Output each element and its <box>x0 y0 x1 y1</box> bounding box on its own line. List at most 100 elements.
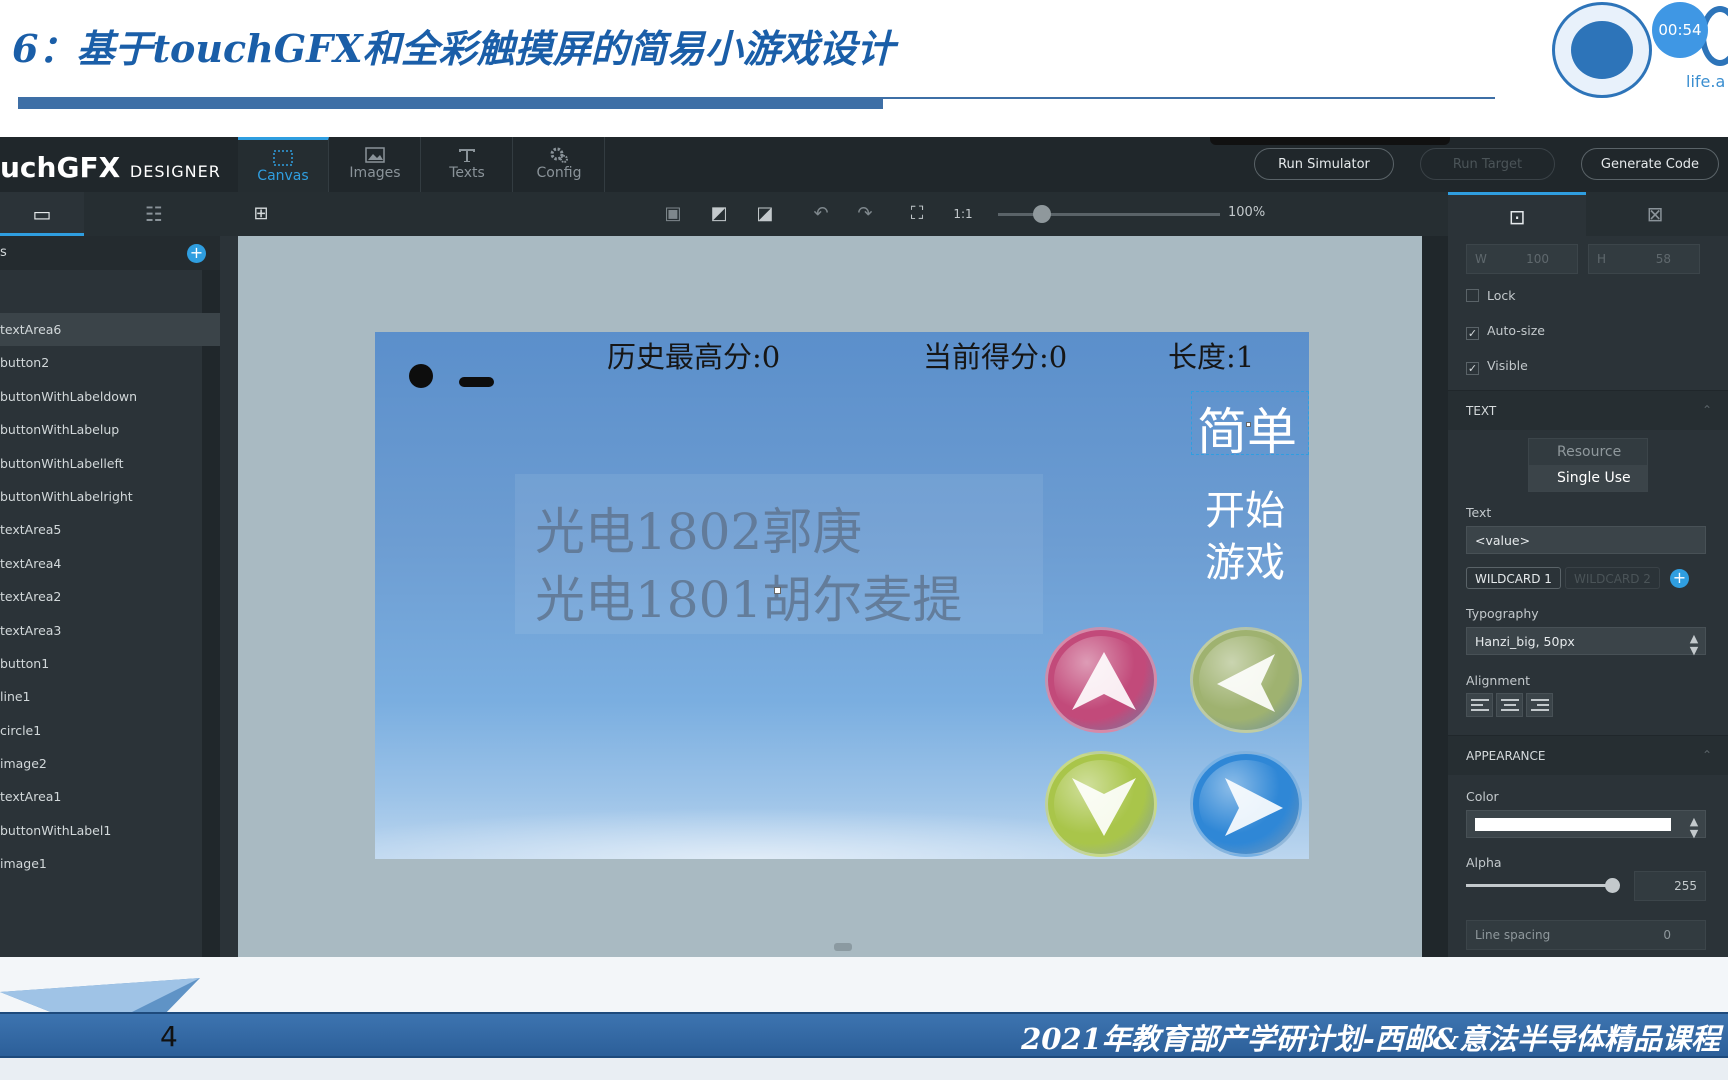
layer-item[interactable]: button2 <box>0 346 220 379</box>
width-value: 100 <box>1526 252 1549 266</box>
text-value-input[interactable]: <value> <box>1466 526 1706 554</box>
tab-canvas-label: Canvas <box>257 168 309 184</box>
high-score-text[interactable]: 历史最高分:0 <box>607 334 780 376</box>
start-game-line-2[interactable]: 游戏 <box>1205 530 1285 588</box>
layer-item[interactable]: buttonWithLabelleft <box>0 447 220 480</box>
generate-code-button[interactable]: Generate Code <box>1581 148 1719 180</box>
align-center-icon[interactable] <box>1496 693 1523 717</box>
tab-config[interactable]: Config <box>514 137 605 192</box>
alpha-slider-handle[interactable] <box>1605 878 1620 893</box>
alpha-input[interactable]: 255 <box>1634 871 1706 901</box>
layer-item[interactable]: image2 <box>0 747 220 780</box>
lock-checkbox[interactable]: Lock <box>1466 288 1516 303</box>
checkmark-icon: ✓ <box>1466 362 1479 375</box>
tab-interactions[interactable]: ⊠ <box>1586 192 1724 236</box>
alpha-slider-track[interactable] <box>1466 884 1612 887</box>
layer-item[interactable]: textArea2 <box>0 580 220 613</box>
length-text[interactable]: 长度:1 <box>1168 334 1254 376</box>
line-spacing-input[interactable]: Line spacing 0 <box>1466 920 1706 950</box>
run-simulator-button[interactable]: Run Simulator <box>1254 148 1394 180</box>
redo-icon[interactable]: ↷ <box>852 202 878 226</box>
zoom-slider-track[interactable] <box>998 213 1220 216</box>
tab-images-label: Images <box>349 165 401 181</box>
appearance-section-header[interactable]: APPEARANCE ⌃ <box>1448 735 1728 775</box>
color-spinner-icon[interactable]: ▲ ▼ <box>1682 816 1706 840</box>
add-widget-icon[interactable]: ⊞ <box>248 202 274 226</box>
layer-list: textArea6 button2 buttonWithLabeldown butto… <box>0 313 220 881</box>
layer-item[interactable]: textArea4 <box>0 547 220 580</box>
layer-item[interactable]: buttonWithLabelright <box>0 480 220 513</box>
add-screen-icon[interactable]: + <box>187 244 206 263</box>
height-field[interactable]: H 58 <box>1588 244 1700 274</box>
typography-spinner-icon[interactable]: ▲ ▼ <box>1682 633 1706 657</box>
layer-item[interactable]: image1 <box>0 847 220 880</box>
arrow-down-icon <box>1072 778 1136 836</box>
tab-properties[interactable]: ☷ <box>112 192 196 236</box>
zoom-one-to-one-icon[interactable]: 1:1 <box>950 202 976 226</box>
width-field[interactable]: W 100 <box>1466 244 1578 274</box>
resize-handle[interactable] <box>774 587 781 594</box>
screen-icon: ▭ <box>32 202 52 226</box>
inspector-panel: ⊡ ⊠ W 100 H 58 Lock ✓ Auto-size ✓ Visible … <box>1448 192 1728 957</box>
title-underline-thick <box>18 97 883 109</box>
resize-handle[interactable] <box>1246 422 1251 427</box>
slide: 6：基于touchGFX和全彩触摸屏的简易小游戏设计 00:54 life.a … <box>0 0 1728 1080</box>
layer-item[interactable]: buttonWithLabelup <box>0 413 220 446</box>
right-button[interactable] <box>1190 751 1302 857</box>
tab-texts[interactable]: Texts <box>422 137 513 192</box>
snake-line[interactable] <box>459 377 494 387</box>
undo-icon[interactable]: ↶ <box>808 202 834 226</box>
layer-item[interactable]: button1 <box>0 647 220 680</box>
arrange-icon[interactable]: ◪ <box>752 202 778 226</box>
canvas-scroll-handle[interactable] <box>834 943 852 951</box>
up-button[interactable] <box>1045 627 1157 733</box>
left-button[interactable] <box>1190 627 1302 733</box>
fit-screen-icon[interactable]: ⛶ <box>904 202 930 226</box>
add-wildcard-icon[interactable]: + <box>1670 569 1689 588</box>
lock-check-icon <box>1466 289 1479 302</box>
auto-size-checkbox[interactable]: ✓ Auto-size <box>1466 323 1545 340</box>
align-left-icon[interactable] <box>1466 693 1493 717</box>
credit-line-1[interactable]: 光电1802郭庚 <box>535 492 862 564</box>
layer-item[interactable]: textArea5 <box>0 513 220 546</box>
typography-select[interactable]: Hanzi_big, 50px <box>1466 627 1706 655</box>
single-use-option[interactable]: Single Use <box>1529 465 1647 491</box>
tab-screens[interactable]: ▭ <box>0 192 84 236</box>
image-icon <box>365 147 385 163</box>
layer-item[interactable]: textArea6 <box>0 313 220 347</box>
layer-item[interactable]: buttonWithLabel1 <box>0 814 220 847</box>
logo-emblem-icon <box>1571 21 1633 79</box>
resource-option[interactable]: Resource <box>1529 439 1647 465</box>
height-value: 58 <box>1655 252 1671 266</box>
layer-item[interactable]: textArea1 <box>0 780 220 813</box>
color-picker[interactable] <box>1466 810 1706 838</box>
align-right-icon[interactable] <box>1526 693 1553 717</box>
difficulty-text[interactable]: 简单 <box>1197 392 1297 464</box>
typography-label: Typography <box>1466 606 1539 621</box>
layer-item[interactable]: buttonWithLabeldown <box>0 380 220 413</box>
width-label: W <box>1475 252 1487 266</box>
run-target-button[interactable]: Run Target <box>1420 148 1555 180</box>
tab-images[interactable]: Images <box>330 137 421 192</box>
tab-widget-properties[interactable]: ⊡ <box>1448 192 1586 236</box>
tab-canvas[interactable]: Canvas <box>238 137 329 192</box>
text-icon <box>459 149 475 162</box>
game-screen-preview[interactable]: 历史最高分:0 当前得分:0 长度:1 光电1802郭庚 光电1801胡尔麦提 … <box>375 332 1309 859</box>
title-underline-thin <box>883 97 1495 99</box>
logo-caption: life.a <box>1686 72 1726 91</box>
layer-item[interactable]: circle1 <box>0 714 220 747</box>
wildcard-2-button[interactable]: WILDCARD 2 <box>1565 567 1660 589</box>
bring-front-icon[interactable]: ◩ <box>706 202 732 226</box>
current-score-text[interactable]: 当前得分:0 <box>923 334 1067 376</box>
layer-item[interactable]: textArea3 <box>0 614 220 647</box>
layer-item[interactable]: line1 <box>0 680 220 713</box>
down-button[interactable] <box>1045 751 1157 857</box>
start-game-line-1[interactable]: 开始 <box>1205 478 1285 536</box>
slide-title: 6：基于touchGFX和全彩触摸屏的简易小游戏设计 <box>12 26 895 71</box>
visible-checkbox[interactable]: ✓ Visible <box>1466 358 1528 375</box>
credit-line-2[interactable]: 光电1801胡尔麦提 <box>535 560 962 632</box>
send-back-icon[interactable]: ▣ <box>660 202 686 226</box>
wildcard-1-button[interactable]: WILDCARD 1 <box>1466 567 1561 589</box>
food-circle[interactable] <box>409 364 433 388</box>
text-section-header[interactable]: TEXT ⌃ <box>1448 390 1728 430</box>
